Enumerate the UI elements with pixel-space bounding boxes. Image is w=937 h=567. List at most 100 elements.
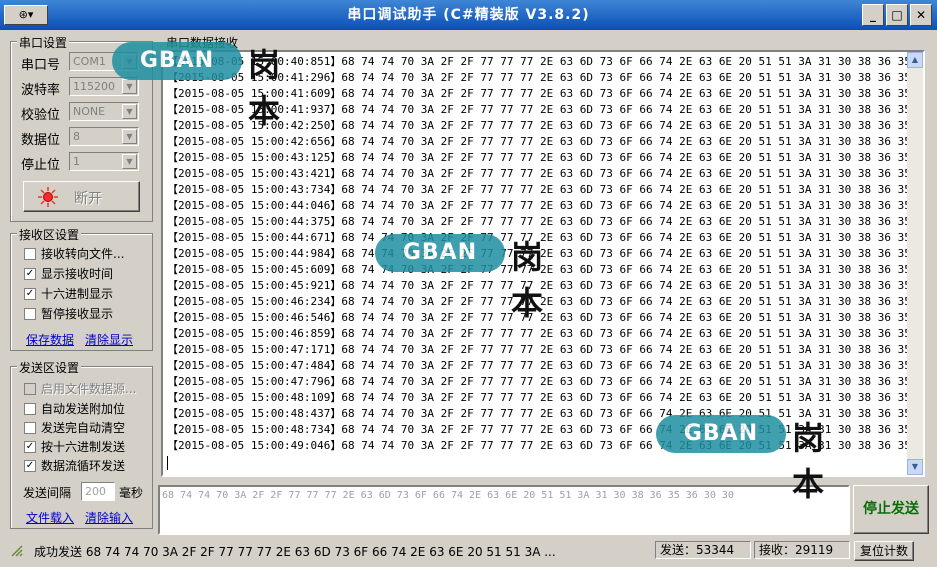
receive-hex-data: 68 74 74 70 3A 2F 2F 77 77 77 2E 63 6D 7…: [341, 183, 911, 196]
checkbox-disabled[interactable]: [24, 383, 36, 395]
receive-timestamp: 2015-08-05 15:00:47:484: [178, 359, 331, 372]
checkbox-unchecked[interactable]: [24, 403, 36, 415]
clear-input-link[interactable]: 清除输入: [85, 509, 133, 526]
baud-select[interactable]: 115200 ▼: [69, 77, 139, 96]
receive-line: 【2015-08-05 15:00:46:859】68 74 74 70 3A …: [167, 326, 911, 342]
receive-line: 【2015-08-05 15:00:42:250】68 74 74 70 3A …: [167, 118, 911, 134]
clear-display-link[interactable]: 清除显示: [85, 331, 133, 348]
receive-timestamp: 2015-08-05 15:00:45:921: [178, 279, 331, 292]
group-title: 接收区设置: [17, 226, 82, 243]
chevron-down-icon[interactable]: ▼: [122, 129, 137, 144]
receive-hex-data: 68 74 74 70 3A 2F 2F 77 77 77 2E 63 6D 7…: [341, 423, 911, 436]
stopbits-select[interactable]: 1 ▼: [69, 152, 139, 171]
receive-timestamp: 2015-08-05 15:00:42:250: [178, 119, 331, 132]
receive-hex-data: 68 74 74 70 3A 2F 2F 77 77 77 2E 63 6D 7…: [341, 311, 911, 324]
parity-label: 校验位: [21, 108, 61, 123]
receive-area-title: 串口数据接收: [166, 36, 239, 50]
checkbox-unchecked[interactable]: [24, 308, 36, 320]
status-message: 成功发送 68 74 74 70 3A 2F 2F 77 77 77 2E 63…: [34, 545, 556, 559]
received-count: 接收：29119: [754, 541, 850, 559]
receive-timestamp: 2015-08-05 15:00:48:734: [178, 423, 331, 436]
chevron-down-icon[interactable]: ▼: [122, 154, 137, 169]
disconnect-button[interactable]: 断开: [23, 181, 140, 212]
checkbox-label: 暂停接收显示: [41, 307, 114, 321]
receive-timestamp: 2015-08-05 15:00:48:437: [178, 407, 331, 420]
receive-hex-data: 68 74 74 70 3A 2F 2F 77 77 77 2E 63 6D 7…: [341, 231, 911, 244]
receive-hex-data: 68 74 74 70 3A 2F 2F 77 77 77 2E 63 6D 7…: [341, 199, 911, 212]
receive-line: 【2015-08-05 15:00:44:984】68 74 74 70 3A …: [167, 246, 911, 262]
stopbits-value: 1: [73, 155, 80, 168]
scroll-up-icon[interactable]: ▲: [907, 52, 923, 68]
received-count-text: 接收：29119: [759, 543, 834, 557]
save-data-link[interactable]: 保存数据: [26, 331, 74, 348]
checkmark-icon[interactable]: ✓: [24, 441, 36, 453]
minimize-button[interactable]: _: [862, 4, 884, 26]
reset-count-button[interactable]: 复位计数: [854, 541, 914, 561]
checkbox-unchecked[interactable]: [24, 248, 36, 260]
receive-hex-data: 68 74 74 70 3A 2F 2F 77 77 77 2E 63 6D 7…: [341, 87, 911, 100]
receive-timestamp: 2015-08-05 15:00:43:734: [178, 183, 331, 196]
databits-select[interactable]: 8 ▼: [69, 127, 139, 146]
receive-line: 【2015-08-05 15:00:45:609】68 74 74 70 3A …: [167, 262, 911, 278]
close-icon: ✕: [915, 8, 927, 22]
receive-line: 【2015-08-05 15:00:49:046】68 74 74 70 3A …: [167, 438, 911, 454]
maximize-icon: □: [891, 8, 903, 22]
disconnect-label: 断开: [74, 191, 102, 207]
receive-timestamp: 2015-08-05 15:00:49:046: [178, 439, 331, 452]
receive-hex-data: 68 74 74 70 3A 2F 2F 77 77 77 2E 63 6D 7…: [341, 119, 911, 132]
receive-timestamp: 2015-08-05 15:00:46:234: [178, 295, 331, 308]
checkbox-label: 自动发送附加位: [41, 402, 126, 416]
receive-timestamp: 2015-08-05 15:00:44:984: [178, 247, 331, 260]
receive-timestamp: 2015-08-05 15:00:43:125: [178, 151, 331, 164]
close-button[interactable]: ✕: [910, 4, 932, 26]
parity-select[interactable]: NONE ▼: [69, 102, 139, 121]
receive-text-area[interactable]: 【2015-08-05 15:00:40:851】68 74 74 70 3A …: [161, 50, 925, 477]
checkbox-label: 按十六进制发送: [41, 440, 126, 454]
receive-hex-data: 68 74 74 70 3A 2F 2F 77 77 77 2E 63 6D 7…: [341, 151, 911, 164]
group-title: 串口设置: [17, 34, 70, 51]
receive-hex-data: 68 74 74 70 3A 2F 2F 77 77 77 2E 63 6D 7…: [341, 215, 911, 228]
checkmark-icon[interactable]: ✓: [24, 268, 36, 280]
receive-hex-data: 68 74 74 70 3A 2F 2F 77 77 77 2E 63 6D 7…: [341, 439, 911, 452]
receive-hex-data: 68 74 74 70 3A 2F 2F 77 77 77 2E 63 6D 7…: [341, 391, 911, 404]
receive-timestamp: 2015-08-05 15:00:44:671: [178, 231, 331, 244]
window-title: 串口调试助手 (C#精装版 V3.8.2): [347, 7, 590, 23]
stop-send-button[interactable]: 停止发送: [853, 485, 929, 534]
checkbox-label: 十六进制显示: [41, 287, 114, 301]
receive-hex-data: 68 74 74 70 3A 2F 2F 77 77 77 2E 63 6D 7…: [341, 407, 911, 420]
chevron-down-icon[interactable]: ▼: [122, 104, 137, 119]
receive-line: 【2015-08-05 15:00:43:421】68 74 74 70 3A …: [167, 166, 911, 182]
scroll-down-icon[interactable]: ▼: [907, 459, 923, 475]
load-file-link[interactable]: 文件载入: [26, 509, 74, 526]
checkmark-icon[interactable]: ✓: [24, 288, 36, 300]
receive-timestamp: 2015-08-05 15:00:44:375: [178, 215, 331, 228]
group-title: 发送区设置: [17, 359, 82, 376]
receive-line: 【2015-08-05 15:00:45:921】68 74 74 70 3A …: [167, 278, 911, 294]
send-text-area[interactable]: 68 74 74 70 3A 2F 2F 77 77 77 2E 63 6D 7…: [158, 485, 850, 535]
title-bar[interactable]: ⊛▾ 串口调试助手 (C#精装版 V3.8.2) _ □ ✕: [0, 0, 937, 30]
parity-value: NONE: [73, 105, 106, 118]
reset-count-label: 复位计数: [859, 544, 908, 558]
checkbox-unchecked[interactable]: [24, 422, 36, 434]
chevron-down-icon[interactable]: ▼: [122, 54, 137, 69]
receive-hex-data: 68 74 74 70 3A 2F 2F 77 77 77 2E 63 6D 7…: [341, 343, 911, 356]
receive-timestamp: 2015-08-05 15:00:44:046: [178, 199, 331, 212]
receive-timestamp: 2015-08-05 15:00:40:851: [178, 55, 331, 68]
databits-label: 数据位: [21, 133, 61, 148]
baud-label: 波特率: [21, 83, 61, 98]
port-select[interactable]: COM1 ▼: [69, 52, 139, 71]
maximize-button[interactable]: □: [886, 4, 908, 26]
receive-hex-data: 68 74 74 70 3A 2F 2F 77 77 77 2E 63 6D 7…: [341, 263, 911, 276]
receive-line: 【2015-08-05 15:00:41:937】68 74 74 70 3A …: [167, 102, 911, 118]
checkmark-icon[interactable]: ✓: [24, 460, 36, 472]
vertical-scrollbar[interactable]: ▲ ▼: [907, 52, 923, 475]
receive-line: 【2015-08-05 15:00:47:484】68 74 74 70 3A …: [167, 358, 911, 374]
receive-lines: 【2015-08-05 15:00:40:851】68 74 74 70 3A …: [167, 54, 911, 454]
status-led-icon: [38, 187, 58, 207]
receive-timestamp: 2015-08-05 15:00:45:609: [178, 263, 331, 276]
interval-input[interactable]: 200: [81, 482, 115, 501]
receive-line: 【2015-08-05 15:00:47:796】68 74 74 70 3A …: [167, 374, 911, 390]
chevron-down-icon[interactable]: ▼: [122, 79, 137, 94]
receive-line: 【2015-08-05 15:00:46:234】68 74 74 70 3A …: [167, 294, 911, 310]
receive-line: 【2015-08-05 15:00:43:734】68 74 74 70 3A …: [167, 182, 911, 198]
